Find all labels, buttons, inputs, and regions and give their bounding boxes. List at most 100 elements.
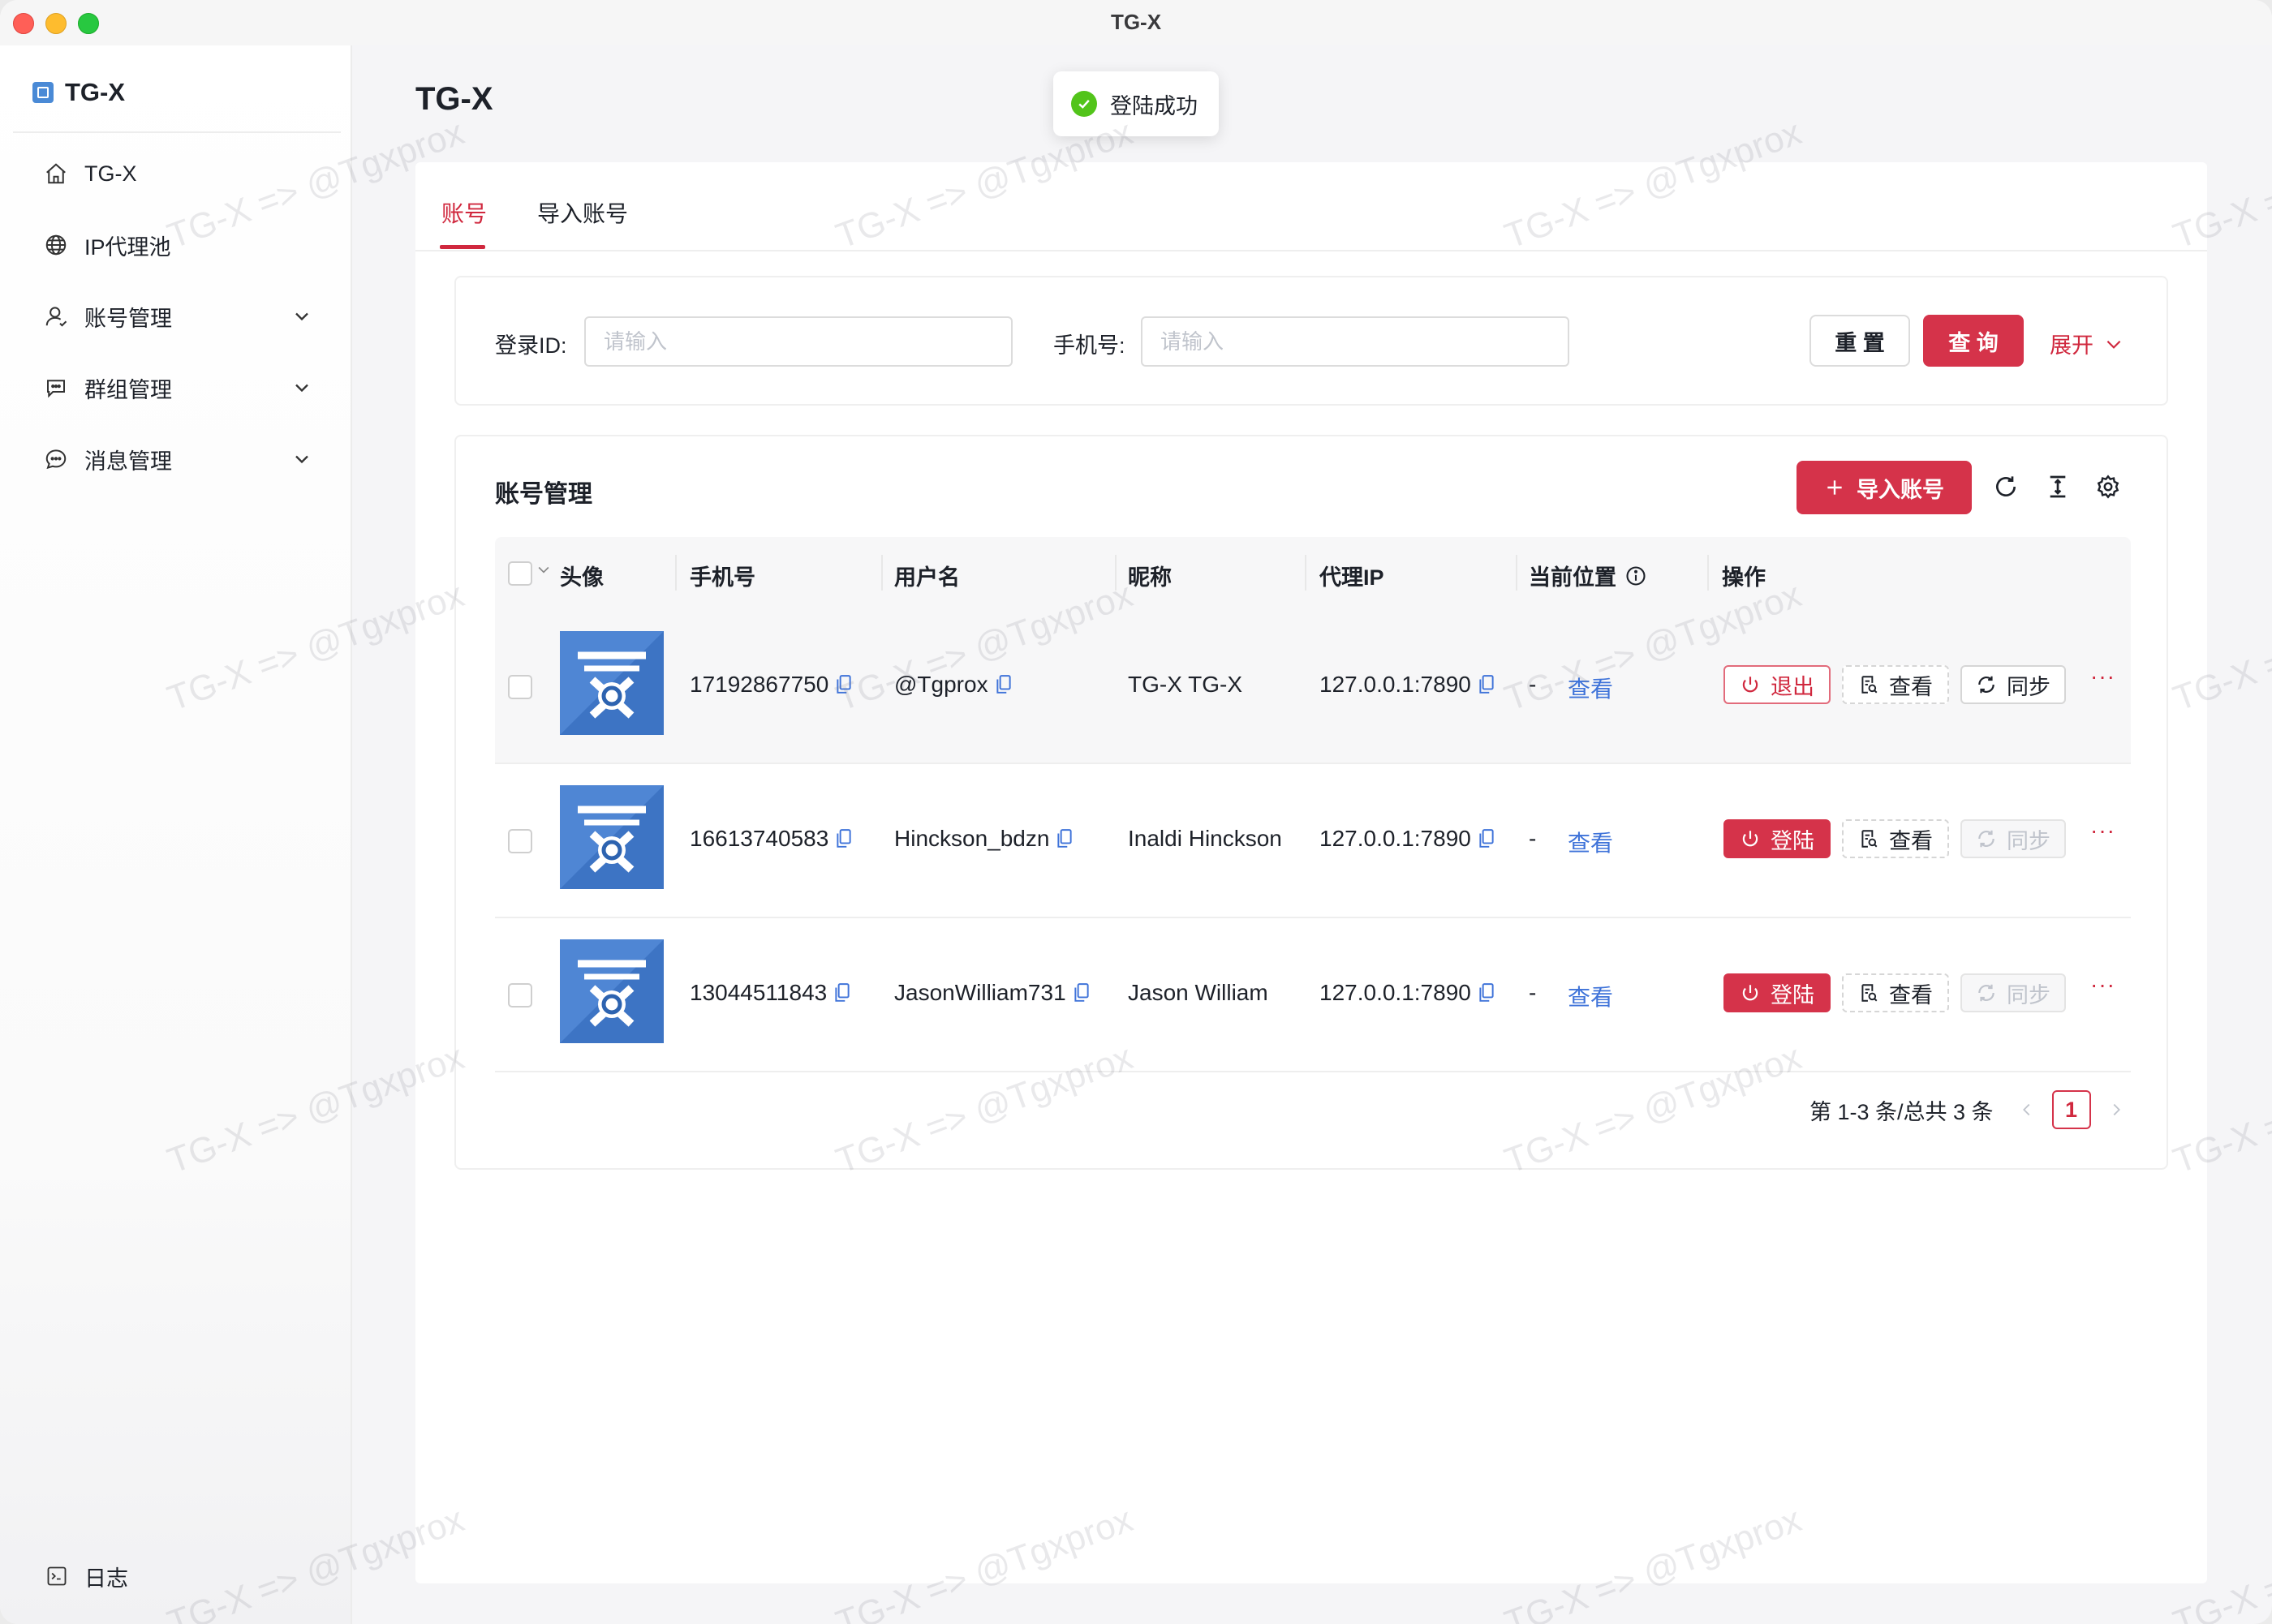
more-actions-icon[interactable]: ···: [2090, 664, 2115, 690]
proxy-text: 127.0.0.1:7890: [1319, 980, 1471, 1005]
phone-cell: 16613740583: [690, 826, 851, 852]
location-view-link[interactable]: 查看: [1568, 980, 1613, 1012]
nickname-cell: TG-X TG-X: [1128, 672, 1243, 697]
sidebar-item-label: TG-X: [84, 161, 137, 186]
table-row: 16613740583 Hinckson_bdzn Inaldi Hinckso…: [495, 764, 2131, 918]
copy-icon[interactable]: [837, 675, 851, 694]
import-account-label: 导入账号: [1857, 477, 1944, 502]
panel-title: 账号管理: [495, 481, 592, 508]
app-logo[interactable]: TG-X: [32, 76, 125, 109]
plus-icon: [1827, 480, 1842, 495]
proxy-cell: 127.0.0.1:7890: [1319, 672, 1494, 698]
sidebar-item-log[interactable]: 日志: [45, 1561, 128, 1592]
chevron-down-icon: [2106, 340, 2121, 349]
sidebar-item-home[interactable]: TG-X: [13, 144, 321, 203]
copy-icon[interactable]: [996, 675, 1011, 694]
document-view-icon: [1861, 830, 1878, 848]
import-account-button[interactable]: 导入账号: [1797, 461, 1972, 514]
logout-button[interactable]: 退出: [1723, 665, 1831, 704]
copy-icon[interactable]: [837, 829, 851, 849]
login-id-input[interactable]: [584, 316, 1013, 367]
sidebar-divider: [13, 131, 341, 133]
login-button[interactable]: 登陆: [1723, 819, 1831, 858]
location-view-link[interactable]: 查看: [1568, 672, 1613, 704]
info-icon[interactable]: [1624, 565, 1647, 587]
more-actions-icon[interactable]: ···: [2090, 818, 2115, 844]
page-number-button[interactable]: 1: [2051, 1090, 2091, 1129]
expand-label: 展开: [2050, 333, 2093, 358]
more-actions-icon[interactable]: ···: [2090, 972, 2115, 998]
location-view-link[interactable]: 查看: [1568, 826, 1613, 858]
copy-icon[interactable]: [1479, 829, 1494, 849]
sidebar-item-label: 日志: [84, 1566, 128, 1591]
window-title: TG-X: [1110, 10, 1162, 34]
proxy-cell: 127.0.0.1:7890: [1319, 826, 1494, 852]
query-button[interactable]: 查 询: [1923, 315, 2024, 367]
username-text: @Tgprox: [894, 672, 988, 697]
expand-toggle[interactable]: 展开: [2050, 328, 2124, 359]
username-cell: Hinckson_bdzn: [894, 826, 1073, 852]
column-header-proxy-ip: 代理IP: [1319, 565, 1384, 590]
table-row: 17192867750 @Tgprox TG-X TG-X 127.0.0.1:…: [495, 610, 2131, 764]
sidebar-item-account-management[interactable]: 账号管理: [13, 287, 321, 346]
power-icon: [1742, 985, 1758, 1001]
table-header: 头像 手机号 用户名 昵称 代理IP 当前位置 操作: [495, 537, 2131, 610]
view-button[interactable]: 查看: [1842, 973, 1949, 1012]
row-checkbox[interactable]: [508, 983, 532, 1007]
sync-button[interactable]: 同步: [1960, 665, 2066, 704]
view-label: 查看: [1889, 828, 1933, 853]
tab-import-accounts[interactable]: 导入账号: [537, 196, 628, 229]
row-checkbox[interactable]: [508, 675, 532, 699]
column-header-location: 当前位置: [1529, 560, 1647, 591]
copy-icon[interactable]: [1479, 983, 1494, 1003]
phone-input[interactable]: [1141, 316, 1569, 367]
proxy-cell: 127.0.0.1:7890: [1319, 980, 1494, 1006]
tab-accounts[interactable]: 账号: [441, 196, 487, 229]
settings-gear-icon[interactable]: [2093, 472, 2123, 501]
chevron-down-icon: [295, 384, 308, 393]
copy-icon[interactable]: [835, 983, 850, 1003]
nickname-cell: Inaldi Hinckson: [1128, 826, 1282, 851]
terminal-icon: [45, 1565, 70, 1589]
column-height-icon[interactable]: [2043, 472, 2072, 501]
view-button[interactable]: 查看: [1842, 819, 1949, 858]
sync-label: 同步: [2007, 982, 2050, 1007]
document-view-icon: [1861, 676, 1878, 694]
avatar: [560, 785, 664, 889]
chevron-down-icon[interactable]: [536, 561, 552, 578]
row-checkbox[interactable]: [508, 829, 532, 853]
sync-button-disabled[interactable]: 同步: [1960, 973, 2066, 1012]
copy-icon[interactable]: [1074, 983, 1089, 1003]
nickname-cell: Jason William: [1128, 980, 1268, 1005]
view-label: 查看: [1889, 982, 1933, 1007]
copy-icon[interactable]: [1479, 675, 1494, 694]
sync-button-disabled[interactable]: 同步: [1960, 819, 2066, 858]
proxy-text: 127.0.0.1:7890: [1319, 672, 1471, 697]
document-view-icon: [1861, 984, 1878, 1002]
group-chat-icon: [42, 374, 70, 402]
sidebar-item-message-management[interactable]: 消息管理: [13, 430, 321, 488]
home-icon: [42, 160, 70, 187]
chevron-right-icon[interactable]: [2107, 1101, 2125, 1119]
copy-icon[interactable]: [1057, 829, 1073, 849]
user-icon: [42, 303, 70, 330]
sidebar-item-group-management[interactable]: 群组管理: [13, 359, 321, 417]
reset-button[interactable]: 重 置: [1809, 315, 1910, 367]
phone-text: 13044511843: [690, 980, 828, 1005]
phone-cell: 13044511843: [690, 980, 850, 1006]
refresh-icon[interactable]: [1991, 472, 2020, 501]
login-button[interactable]: 登陆: [1723, 973, 1831, 1012]
sync-label: 同步: [2007, 674, 2050, 699]
column-divider: [675, 555, 677, 591]
sidebar-item-label: 账号管理: [84, 306, 172, 331]
sidebar-item-ip-proxy-pool[interactable]: IP代理池: [13, 216, 321, 274]
check-circle-icon: [1071, 91, 1097, 117]
content-card: 账号 导入账号 登录ID: 手机号: 重 置 查 询 展开 账号管理 导入账号: [415, 162, 2207, 1583]
view-label: 查看: [1889, 674, 1933, 699]
column-divider: [1516, 555, 1517, 591]
select-all-checkbox[interactable]: [508, 561, 532, 586]
view-button[interactable]: 查看: [1842, 665, 1949, 704]
chevron-left-icon[interactable]: [2018, 1101, 2036, 1119]
tab-active-indicator: [440, 245, 485, 249]
sync-label: 同步: [2007, 828, 2050, 853]
